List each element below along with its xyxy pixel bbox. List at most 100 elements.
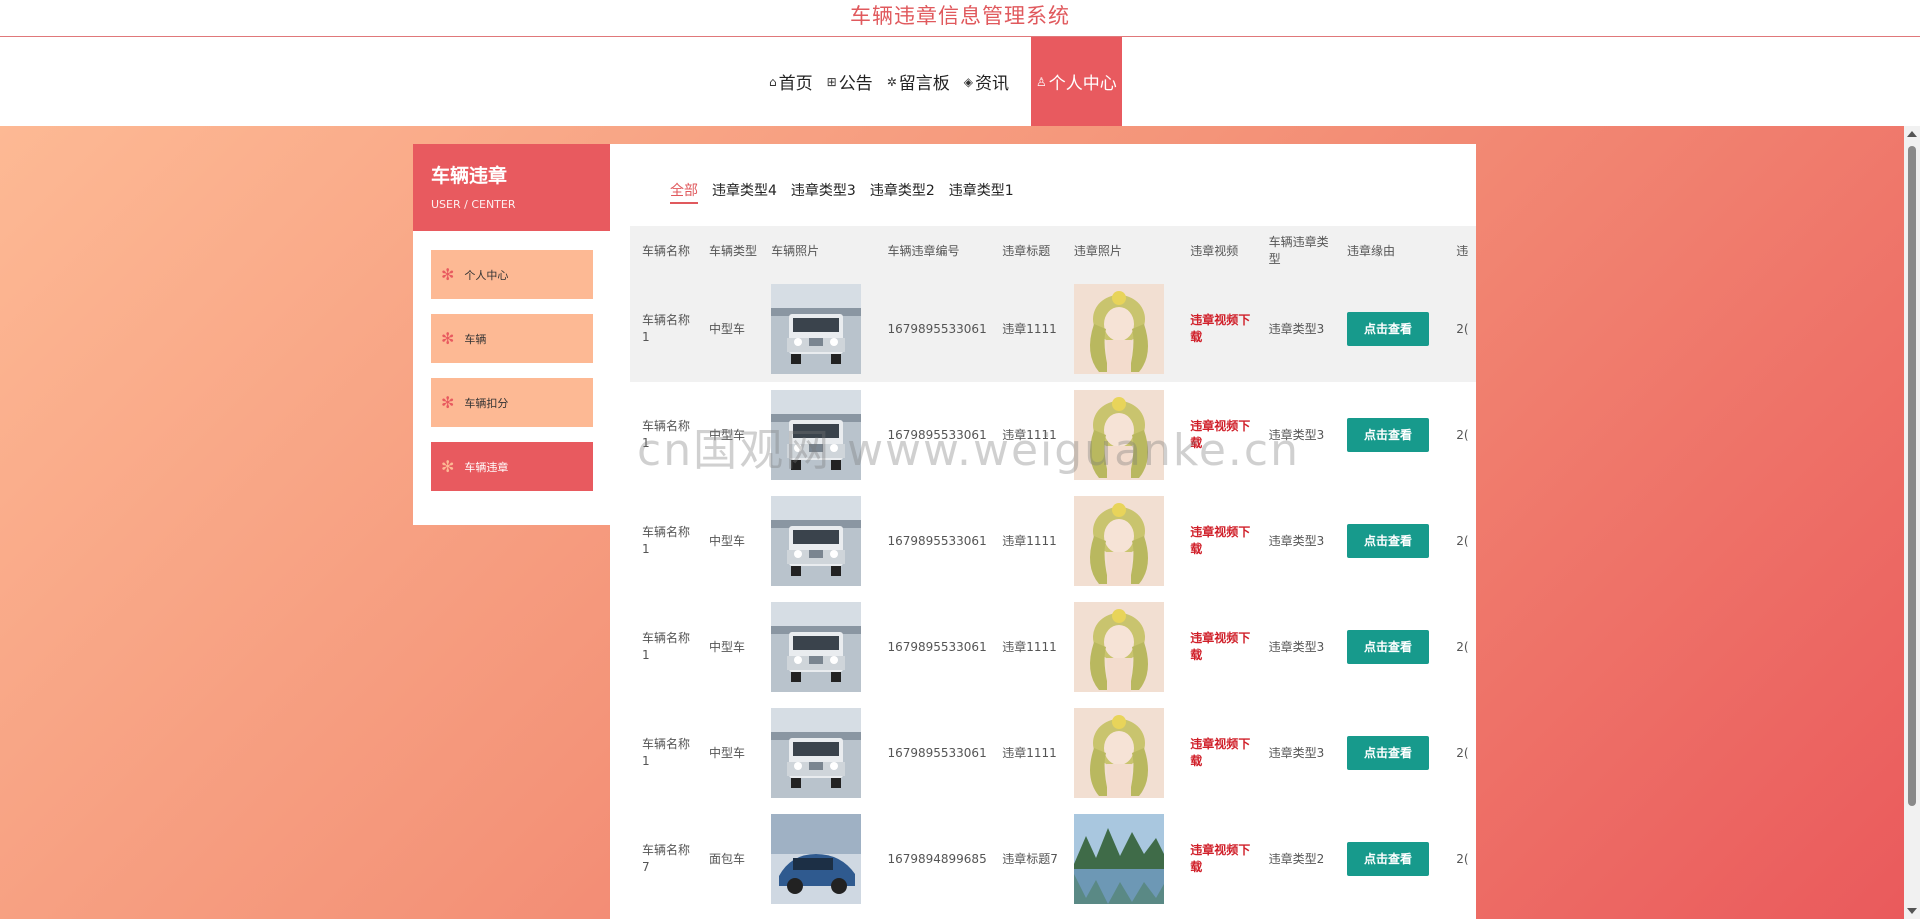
violation-video-cell: 违章视频下载 bbox=[1178, 276, 1257, 382]
violation-type-cell: 违章类型3 bbox=[1257, 594, 1335, 700]
scroll-down-icon[interactable] bbox=[1907, 908, 1917, 914]
sidebar-item-label: 车辆违章 bbox=[464, 460, 509, 474]
nav-item-home[interactable]: ⌂ 首页 bbox=[762, 37, 820, 126]
sidebar: 车辆违章 USER / CENTER ✻ 个人中心 ✻ 车辆 ✻ 车辆扣分 ✻ … bbox=[413, 144, 610, 525]
sidebar-item-label: 个人中心 bbox=[464, 268, 509, 282]
nav-item-user-center[interactable]: ♙ 个人中心 bbox=[1030, 37, 1122, 126]
violation-type-cell: 违章类型2 bbox=[1257, 806, 1335, 912]
vehicle-type: 中型车 bbox=[708, 321, 745, 336]
gift-icon: ⊞ bbox=[826, 74, 837, 89]
sparkle-icon: ✲ bbox=[886, 74, 897, 89]
video-download-link[interactable]: 违章视频下载 bbox=[1190, 525, 1250, 556]
vehicle-photo[interactable] bbox=[771, 708, 862, 798]
vehicle-type-cell: 中型车 bbox=[697, 488, 759, 594]
table-row: 车辆名称1 中型车 1679895533061 违章1111 违章视频下载 违章… bbox=[630, 276, 1476, 382]
violation-title: 违章1111 bbox=[1002, 745, 1057, 760]
asterisk-icon: ✻ bbox=[441, 457, 455, 476]
more-cell: 2( bbox=[1444, 594, 1476, 700]
sidebar-item-vehicle[interactable]: ✻ 车辆 bbox=[431, 314, 593, 363]
col-violation-video: 违章视频 bbox=[1178, 226, 1257, 276]
vehicle-photo[interactable] bbox=[771, 602, 862, 692]
violation-type: 违章类型3 bbox=[1268, 745, 1325, 760]
violation-number: 1679894899685 bbox=[887, 851, 987, 866]
scroll-thumb[interactable] bbox=[1908, 146, 1916, 806]
vehicle-photo[interactable] bbox=[771, 496, 862, 586]
vehicle-type-cell: 中型车 bbox=[696, 276, 760, 382]
sidebar-item-deduction[interactable]: ✻ 车辆扣分 bbox=[431, 378, 593, 427]
asterisk-icon: ✻ bbox=[441, 329, 455, 348]
vehicle-name-cell: 车辆名称1 bbox=[630, 594, 697, 700]
violation-type-cell: 违章类型3 bbox=[1257, 700, 1335, 806]
violation-reason-cell: 点击查看 bbox=[1335, 488, 1444, 594]
col-vehicle-photo: 车辆照片 bbox=[759, 226, 876, 276]
violation-video-cell: 违章视频下载 bbox=[1178, 488, 1256, 594]
video-download-link[interactable]: 违章视频下载 bbox=[1190, 737, 1250, 768]
table-row: 车辆名称7 面包车 1679894899685 违章标题7 违章视频下载 违章类… bbox=[630, 806, 1476, 912]
tab-type1[interactable]: 违章类型1 bbox=[949, 180, 1014, 204]
violation-photo[interactable] bbox=[1073, 284, 1164, 374]
sidebar-item-violation[interactable]: ✻ 车辆违章 bbox=[431, 442, 593, 491]
truncated-value: 2( bbox=[1456, 533, 1469, 548]
view-details-button[interactable]: 点击查看 bbox=[1347, 524, 1430, 558]
violation-title: 违章1111 bbox=[1002, 533, 1057, 548]
violation-title: 违章标题7 bbox=[1002, 851, 1058, 866]
vehicle-name: 车辆名称1 bbox=[642, 737, 691, 768]
col-violation-title: 违章标题 bbox=[990, 226, 1062, 276]
view-details-button[interactable]: 点击查看 bbox=[1347, 842, 1430, 876]
violation-title-cell: 违章1111 bbox=[990, 488, 1062, 594]
vehicle-name-cell: 车辆名称1 bbox=[630, 700, 697, 806]
vehicle-name: 车辆名称1 bbox=[642, 313, 691, 344]
view-details-button[interactable]: 点击查看 bbox=[1347, 736, 1430, 770]
tab-type3[interactable]: 违章类型3 bbox=[791, 180, 856, 204]
violation-video-cell: 违章视频下载 bbox=[1178, 700, 1256, 806]
scroll-up-icon[interactable] bbox=[1907, 131, 1917, 137]
col-violation-photo: 违章照片 bbox=[1061, 226, 1179, 276]
violation-table: 车辆名称 车辆类型 车辆照片 车辆违章编号 违章标题 违章照片 违章视频 车辆违… bbox=[630, 226, 1476, 912]
violation-photo[interactable] bbox=[1073, 814, 1164, 904]
col-vehicle-type: 车辆类型 bbox=[696, 226, 760, 276]
more-cell: 2( bbox=[1444, 700, 1476, 806]
table-row: 车辆名称1 中型车 1679895533061 违章1111 违章视频下载 违章… bbox=[630, 700, 1476, 806]
violation-number-cell: 1679895533061 bbox=[875, 594, 990, 700]
violation-title-cell: 违章1111 bbox=[990, 594, 1062, 700]
violation-type: 违章类型2 bbox=[1268, 851, 1325, 866]
violation-type: 违章类型3 bbox=[1268, 639, 1325, 654]
nav-item-notice[interactable]: ⊞ 公告 bbox=[820, 37, 880, 126]
violation-type-cell: 违章类型3 bbox=[1257, 488, 1335, 594]
tab-type4[interactable]: 违章类型4 bbox=[712, 180, 777, 204]
vehicle-name: 车辆名称1 bbox=[642, 525, 691, 556]
main-content: 全部 违章类型4 违章类型3 违章类型2 违章类型1 车辆名称 车辆类型 车辆照… bbox=[610, 144, 1476, 919]
vehicle-photo[interactable] bbox=[771, 284, 862, 374]
col-violation-reason: 违章缘由 bbox=[1335, 226, 1445, 276]
nav-item-news[interactable]: ◈ 资讯 bbox=[957, 37, 1016, 126]
video-download-link[interactable]: 违章视频下载 bbox=[1190, 631, 1250, 662]
violation-reason-cell: 点击查看 bbox=[1335, 806, 1444, 912]
violation-number-cell: 1679894899685 bbox=[875, 806, 990, 912]
violation-photo-cell bbox=[1062, 700, 1178, 806]
view-details-button[interactable]: 点击查看 bbox=[1347, 312, 1430, 346]
col-vehicle-name: 车辆名称 bbox=[630, 226, 697, 276]
violation-reason-cell: 点击查看 bbox=[1335, 594, 1444, 700]
violation-reason-cell: 点击查看 bbox=[1335, 382, 1444, 488]
watermark: cn国观网 www.weiguanke.cn bbox=[637, 425, 1300, 476]
violation-number: 1679895533061 bbox=[887, 745, 987, 760]
nav-item-messageboard[interactable]: ✲ 留言板 bbox=[880, 37, 957, 126]
sidebar-title: 车辆违章 bbox=[431, 165, 508, 187]
video-download-link[interactable]: 违章视频下载 bbox=[1190, 843, 1250, 874]
tab-type2[interactable]: 违章类型2 bbox=[870, 180, 935, 204]
more-cell: 2( bbox=[1444, 276, 1476, 382]
violation-photo[interactable] bbox=[1073, 602, 1164, 692]
sidebar-item-user-center[interactable]: ✻ 个人中心 bbox=[431, 250, 593, 299]
vehicle-photo-cell bbox=[759, 700, 875, 806]
page-scrollbar[interactable] bbox=[1904, 126, 1920, 919]
vehicle-type-cell: 中型车 bbox=[697, 594, 759, 700]
violation-photo[interactable] bbox=[1073, 496, 1164, 586]
vehicle-photo[interactable] bbox=[771, 814, 862, 904]
view-details-button[interactable]: 点击查看 bbox=[1347, 418, 1430, 452]
vehicle-name-cell: 车辆名称7 bbox=[630, 806, 697, 912]
tab-all[interactable]: 全部 bbox=[670, 180, 698, 204]
violation-number-cell: 1679895533061 bbox=[875, 700, 990, 806]
violation-photo[interactable] bbox=[1073, 708, 1164, 798]
view-details-button[interactable]: 点击查看 bbox=[1347, 630, 1430, 664]
video-download-link[interactable]: 违章视频下载 bbox=[1190, 313, 1250, 344]
